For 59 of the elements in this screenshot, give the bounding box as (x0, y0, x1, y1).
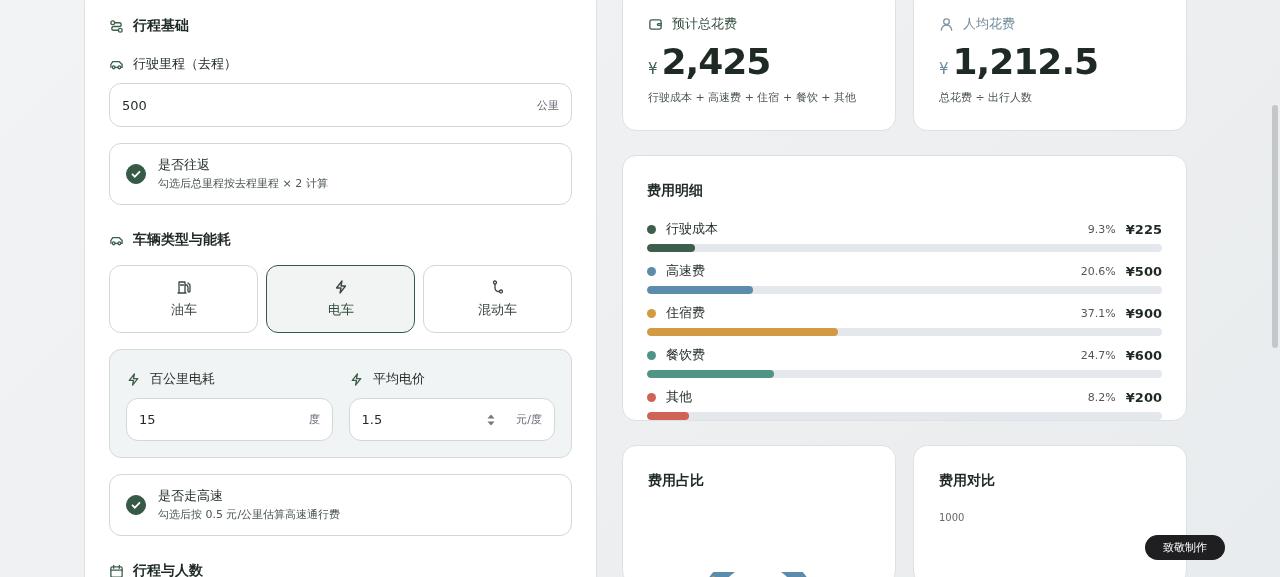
card-title: 费用对比 (939, 472, 996, 490)
number-field[interactable]: 1.5 元/度 (348, 398, 555, 441)
card-title: 费用占比 (648, 472, 705, 490)
category-name: 其他 (666, 388, 693, 406)
number-field[interactable]: 15 度 (126, 398, 333, 441)
axis-tick-label: 1000 (939, 512, 966, 523)
option-hint: 勾选后总里程按去程里程 × 2 计算 (158, 176, 328, 191)
calendar-icon (109, 563, 124, 577)
category-amount: ¥600 (1125, 347, 1162, 363)
option-title: 是否走高速 (158, 488, 224, 505)
fuel-pump-icon (175, 279, 192, 295)
unit-label: 公里 (537, 97, 559, 113)
vehicle-type-option[interactable]: 电车 (266, 265, 415, 333)
category-amount: ¥500 (1125, 263, 1162, 279)
category-percent: 24.7% (1080, 348, 1116, 362)
distance-field[interactable]: 500 公里 (109, 83, 572, 127)
option-hint: 勾选后按 0.5 元/公里估算高速通行费 (158, 507, 341, 522)
category-amount: ¥200 (1125, 389, 1162, 405)
vehicle-type-option[interactable]: 油车 (109, 265, 258, 333)
category-name: 高速费 (666, 262, 706, 280)
stat-value: 1,212.5 (952, 41, 1099, 82)
category-amount: ¥900 (1125, 305, 1162, 321)
round-trip-option[interactable]: 是否往返 勾选后总里程按去程里程 × 2 计算 (109, 143, 572, 205)
spinner-icon[interactable] (486, 412, 497, 427)
person-icon (939, 16, 954, 32)
category-percent: 9.3% (1087, 222, 1116, 236)
stat-formula: 行驶成本 + 高速费 + 住宿 + 餐饮 + 其他 (648, 90, 857, 105)
section-title: 车辆类型与能耗 (133, 231, 231, 249)
category-percent: 20.6% (1080, 264, 1116, 278)
vehicle-type-option[interactable]: 混动车 (423, 265, 572, 333)
highway-option[interactable]: 是否走高速 勾选后按 0.5 元/公里估算高速通行费 (109, 474, 572, 536)
category-name: 行驶成本 (666, 220, 719, 238)
currency-symbol: ¥ (648, 60, 658, 78)
section-title: 行程与人数 (133, 562, 203, 577)
field-label: 平均电价 (372, 370, 425, 388)
unit-label: 元/度 (516, 412, 542, 427)
category-name: 住宿费 (666, 304, 706, 322)
stat-formula: 总花费 ÷ 出行人数 (939, 90, 1034, 105)
category-amount: ¥225 (1125, 221, 1162, 237)
stat-value: 2,425 (661, 41, 771, 82)
credit-badge[interactable]: 致敬制作 (1145, 535, 1225, 560)
category-percent: 37.1% (1080, 306, 1116, 320)
stat-label: 预计总花费 (672, 15, 737, 33)
lightning-icon (126, 371, 141, 387)
scrollbar[interactable] (1272, 105, 1278, 348)
checkbox[interactable] (126, 495, 146, 515)
stat-label: 人均花费 (963, 15, 1015, 33)
option-title: 是否往返 (158, 157, 211, 174)
wallet-icon (648, 16, 663, 32)
category-name: 餐饮费 (666, 346, 706, 364)
card-title: 费用明细 (647, 182, 704, 200)
currency-symbol: ¥ (939, 60, 949, 78)
route-icon (109, 18, 124, 34)
field-label: 百公里电耗 (150, 370, 215, 388)
field-label: 行驶里程（去程） (133, 55, 237, 73)
section-title: 行程基础 (133, 17, 189, 35)
category-percent: 8.2% (1087, 390, 1116, 404)
unit-label: 度 (308, 412, 320, 427)
checkbox[interactable] (126, 164, 146, 184)
